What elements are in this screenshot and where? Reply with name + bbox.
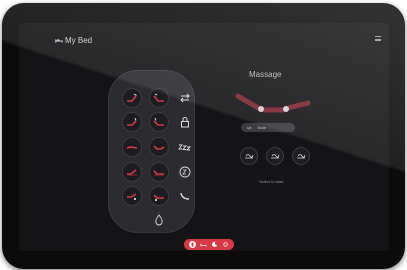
app-title: My Bed — [55, 36, 92, 45]
preset-tv-button[interactable] — [122, 162, 142, 182]
foot-raise-button[interactable] — [149, 88, 169, 108]
bed-nav-icon — [200, 243, 207, 247]
app-screen: My Bed Massage Up Mode Select to start — [19, 23, 389, 251]
nav-alarm-tab[interactable] — [211, 241, 218, 248]
head-down-icon — [127, 117, 137, 126]
settings-icon — [223, 242, 228, 247]
massage-foot-icon — [153, 194, 164, 201]
sync-button[interactable] — [175, 88, 195, 108]
massage-foot-zone-button[interactable] — [292, 147, 310, 165]
massage-up-label: Up — [247, 125, 252, 130]
phone-icon — [180, 192, 190, 200]
nav-remote-tab[interactable] — [189, 241, 196, 248]
massage-title: Massage — [249, 70, 282, 79]
anti-snore-icon — [179, 166, 191, 178]
nav-presets-tab[interactable] — [200, 241, 207, 248]
anti-snore-button[interactable] — [175, 162, 195, 182]
massage-full-zone-button[interactable] — [266, 147, 284, 165]
bottom-nav — [184, 239, 234, 250]
foot-up-icon — [153, 93, 164, 102]
preset-read-button[interactable] — [149, 162, 169, 182]
app-title-text: My Bed — [65, 36, 93, 45]
preset-tv-icon — [127, 169, 137, 176]
massage-head-icon — [127, 193, 137, 200]
head-lower-button[interactable] — [122, 112, 142, 132]
lock-button[interactable] — [175, 112, 195, 132]
foot-down-icon — [153, 117, 164, 126]
select-hint: Select to start — [259, 179, 284, 184]
remote-icon — [191, 242, 194, 247]
massage-mode-pill[interactable]: Up Mode — [241, 123, 295, 132]
massage-mode-label: Mode — [257, 125, 267, 130]
sync-arrows-icon — [180, 93, 190, 103]
massage-foot-button[interactable] — [149, 186, 169, 206]
head-up-icon — [127, 93, 137, 102]
zzz-icon — [178, 144, 192, 151]
light-button[interactable] — [149, 210, 169, 230]
tablet-frame: My Bed Massage Up Mode Select to start — [2, 3, 405, 269]
massage-wave-foot-icon — [297, 154, 306, 159]
massage-head-button[interactable] — [122, 186, 142, 206]
head-raise-button[interactable] — [122, 88, 142, 108]
bed-position-diagram — [235, 93, 311, 113]
preset-lounge-icon — [153, 145, 165, 150]
zero-g-button[interactable] — [175, 137, 195, 157]
drop-icon — [155, 214, 163, 226]
preset-flat-button[interactable] — [122, 137, 142, 157]
lock-icon — [181, 117, 189, 128]
massage-head-zone-button[interactable] — [240, 147, 258, 165]
hamburger-menu-icon[interactable] — [375, 36, 381, 41]
phone-button[interactable] — [175, 186, 195, 206]
massage-wave-full-icon — [271, 154, 280, 159]
preset-lounge-button[interactable] — [149, 137, 169, 157]
preset-flat-icon — [126, 146, 138, 149]
preset-read-icon — [153, 170, 164, 176]
nav-settings-tab[interactable] — [222, 241, 229, 248]
foot-lower-button[interactable] — [149, 112, 169, 132]
remote-control-panel — [108, 70, 195, 233]
bed-logo-icon — [55, 38, 63, 43]
moon-icon — [212, 241, 218, 248]
massage-wave-head-icon — [245, 154, 254, 159]
